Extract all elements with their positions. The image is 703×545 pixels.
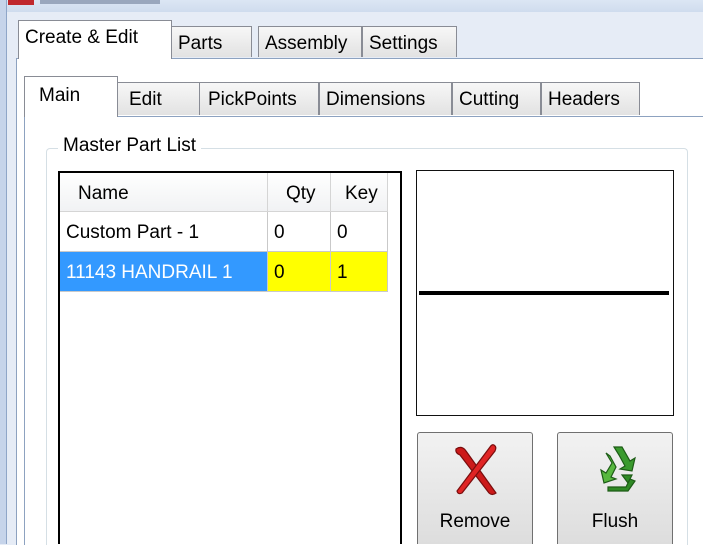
tab-settings[interactable]: Settings bbox=[362, 26, 457, 57]
column-header-qty[interactable]: Qty bbox=[268, 173, 331, 212]
recycle-icon bbox=[600, 446, 636, 492]
group-title: Master Part List bbox=[58, 135, 202, 157]
parts-list[interactable]: Name Qty Key Custom Part - 1 0 0 11143 H… bbox=[58, 171, 402, 544]
flush-button-label: Flush bbox=[591, 511, 639, 532]
tab-parts[interactable]: Parts bbox=[171, 26, 252, 57]
remove-button[interactable]: Remove bbox=[417, 432, 533, 544]
table-row[interactable]: Custom Part - 1 0 0 bbox=[60, 212, 388, 252]
cell-name: 11143 HANDRAIL 1 bbox=[60, 252, 268, 292]
window-title bbox=[40, 0, 160, 4]
part-preview bbox=[416, 170, 674, 416]
app-icon bbox=[8, 0, 34, 5]
tab-assembly[interactable]: Assembly bbox=[258, 26, 362, 57]
tab-headers[interactable]: Headers bbox=[541, 82, 640, 115]
remove-button-label: Remove bbox=[439, 511, 511, 532]
tab-cutting[interactable]: Cutting bbox=[452, 82, 541, 115]
tab-dimensions[interactable]: Dimensions bbox=[319, 82, 452, 115]
flush-button[interactable]: Flush bbox=[557, 432, 673, 544]
table-row-selected[interactable]: 11143 HANDRAIL 1 0 1 bbox=[60, 252, 388, 292]
cell-key[interactable]: 1 bbox=[331, 252, 388, 292]
tab-create-edit[interactable]: Create & Edit bbox=[18, 20, 172, 59]
tab-main[interactable]: Main bbox=[24, 76, 118, 117]
cell-qty[interactable]: 0 bbox=[268, 252, 331, 292]
cell-key[interactable]: 0 bbox=[331, 212, 388, 252]
column-header-key[interactable]: Key bbox=[331, 173, 388, 212]
red-x-icon bbox=[455, 444, 497, 496]
tab-pickpoints[interactable]: PickPoints bbox=[199, 82, 319, 115]
cell-name: Custom Part - 1 bbox=[60, 212, 268, 252]
cell-qty[interactable]: 0 bbox=[268, 212, 331, 252]
parts-list-header: Name Qty Key bbox=[60, 173, 388, 212]
part-preview-line bbox=[419, 291, 669, 295]
column-header-name[interactable]: Name bbox=[60, 173, 268, 212]
tab-edit[interactable]: Edit bbox=[116, 82, 200, 115]
window-border bbox=[0, 0, 7, 544]
